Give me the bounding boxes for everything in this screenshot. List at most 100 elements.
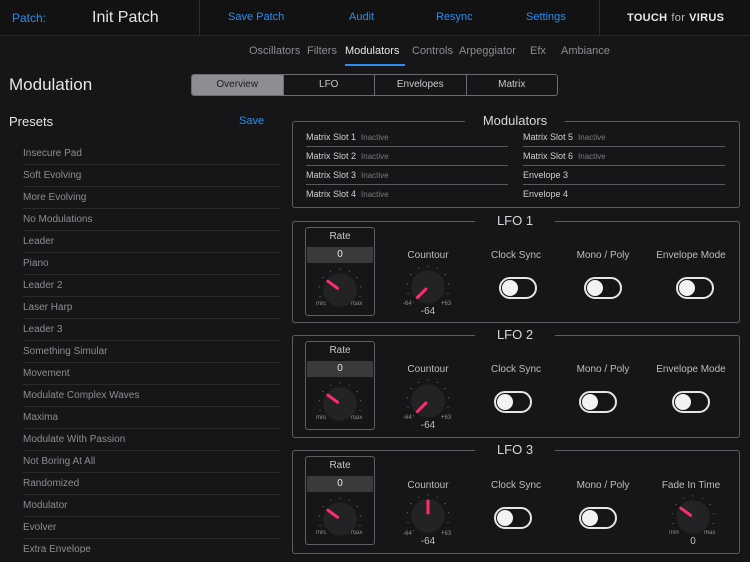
max-label: max	[351, 301, 363, 307]
matrix-slot-5[interactable]: Matrix Slot 5 Inactive	[523, 128, 725, 147]
matrix-slot-6[interactable]: Matrix Slot 6 Inactive	[523, 147, 725, 166]
preset-item[interactable]: Maxima	[23, 407, 280, 429]
clock-sync-label: Clock Sync	[490, 364, 541, 375]
contour-label: Countour	[407, 364, 449, 375]
toggle-thumb	[502, 280, 518, 296]
rate-label: Rate	[329, 345, 351, 356]
max-label: max	[351, 415, 363, 421]
toggle-thumb	[587, 280, 603, 296]
matrix-slot-1[interactable]: Matrix Slot 1 Inactive	[306, 128, 508, 147]
clock-sync-toggle[interactable]	[494, 507, 532, 529]
preset-item[interactable]: Modulate With Passion	[23, 429, 280, 451]
tab-filters[interactable]: Filters	[307, 45, 337, 57]
envelope-mode-toggle[interactable]	[676, 277, 714, 299]
toolbar-divider	[599, 0, 600, 36]
preset-item[interactable]: Movement	[23, 363, 280, 385]
rate-value: 0	[307, 476, 373, 492]
mono-poly-label: Mono / Poly	[576, 480, 630, 491]
toggle-thumb	[582, 394, 598, 410]
clock-sync-label: Clock Sync	[490, 480, 541, 491]
view-segmented-control: Overview LFO Envelopes Matrix	[191, 74, 558, 96]
preset-item[interactable]: Randomized	[23, 473, 280, 495]
preset-item[interactable]: Insecure Pad	[23, 143, 280, 165]
preset-item[interactable]: Leader 3	[23, 319, 280, 341]
rate-label: Rate	[329, 460, 351, 471]
preset-item[interactable]: No Modulations	[23, 209, 280, 231]
max-label: max	[351, 530, 363, 536]
rate-value: 0	[307, 361, 373, 377]
preset-item[interactable]: Extra Envelope	[23, 539, 280, 553]
settings-button[interactable]: Settings	[526, 11, 566, 23]
tab-arpeggiator[interactable]: Arpeggiator	[459, 45, 516, 57]
brand-logo: TOUCH for VIRUS	[627, 12, 725, 24]
patch-name[interactable]: Init Patch	[92, 9, 159, 27]
lfo-3-title: LFO 3	[475, 442, 555, 457]
preset-item[interactable]: Modulate Complex Waves	[23, 385, 280, 407]
presets-title: Presets	[9, 114, 54, 129]
clock-sync-toggle[interactable]	[499, 277, 537, 299]
toggle-thumb	[497, 510, 513, 526]
preset-item[interactable]: Leader 2	[23, 275, 280, 297]
envelope-3-slot[interactable]: Envelope 3	[523, 166, 725, 185]
mono-poly-label: Mono / Poly	[576, 364, 630, 375]
lfo-2-title: LFO 2	[475, 327, 555, 342]
tab-ambiance[interactable]: Ambiance	[561, 45, 610, 57]
contour-label: Countour	[407, 250, 449, 261]
save-patch-button[interactable]: Save Patch	[228, 11, 284, 23]
envelope-mode-toggle[interactable]	[672, 391, 710, 413]
segment-envelopes[interactable]: Envelopes	[375, 75, 467, 95]
rate-value: 0	[307, 247, 373, 263]
fade-in-time-label: Fade In Time	[661, 480, 721, 491]
fade-in-time-value: 0	[690, 536, 696, 547]
preset-item[interactable]: Modulator	[23, 495, 280, 517]
preset-item[interactable]: Something Simular	[23, 341, 280, 363]
mono-poly-label: Mono / Poly	[576, 250, 630, 261]
preset-item[interactable]: Evolver	[23, 517, 280, 539]
preset-item[interactable]: Piano	[23, 253, 280, 275]
patch-label: Patch:	[12, 11, 47, 25]
segment-lfo[interactable]: LFO	[284, 75, 375, 95]
resync-button[interactable]: Resync	[436, 11, 473, 23]
preset-item[interactable]: Laser Harp	[23, 297, 280, 319]
matrix-slot-4[interactable]: Matrix Slot 4 Inactive	[306, 185, 508, 204]
segment-overview[interactable]: Overview	[192, 75, 284, 95]
tab-oscillators[interactable]: Oscillators	[249, 45, 300, 57]
toggle-thumb	[582, 510, 598, 526]
min-label: min	[316, 530, 326, 536]
segment-matrix[interactable]: Matrix	[467, 75, 558, 95]
contour-value: -64	[420, 420, 436, 431]
preset-item[interactable]: Leader	[23, 231, 280, 253]
contour-label: Countour	[407, 480, 449, 491]
mono-poly-toggle[interactable]	[584, 277, 622, 299]
mono-poly-toggle[interactable]	[579, 391, 617, 413]
contour-value: -64	[420, 536, 436, 547]
tab-efx[interactable]: Efx	[530, 45, 546, 57]
preset-list[interactable]: Insecure Pad Soft Evolving More Evolving…	[23, 143, 280, 553]
mono-poly-toggle[interactable]	[579, 507, 617, 529]
tab-modulators[interactable]: Modulators	[345, 45, 399, 57]
min-label: min	[316, 415, 326, 421]
modulators-title: Modulators	[465, 113, 565, 128]
toggle-thumb	[679, 280, 695, 296]
preset-item[interactable]: Not Boring At All	[23, 451, 280, 473]
preset-item[interactable]: Soft Evolving	[23, 165, 280, 187]
clock-sync-toggle[interactable]	[494, 391, 532, 413]
toggle-thumb	[675, 394, 691, 410]
contour-value: -64	[420, 306, 436, 317]
envelope-mode-label: Envelope Mode	[656, 364, 726, 375]
matrix-slot-3[interactable]: Matrix Slot 3 Inactive	[306, 166, 508, 185]
presets-save-button[interactable]: Save	[239, 115, 264, 127]
matrix-slot-2[interactable]: Matrix Slot 2 Inactive	[306, 147, 508, 166]
min-label: min	[316, 301, 326, 307]
rate-label: Rate	[329, 231, 351, 242]
clock-sync-label: Clock Sync	[490, 250, 541, 261]
tab-controls[interactable]: Controls	[412, 45, 453, 57]
toggle-thumb	[497, 394, 513, 410]
toolbar-divider	[199, 0, 200, 36]
page-title: Modulation	[9, 75, 93, 94]
envelope-mode-label: Envelope Mode	[656, 250, 726, 261]
audit-button[interactable]: Audit	[349, 11, 374, 23]
preset-item[interactable]: More Evolving	[23, 187, 280, 209]
envelope-4-slot[interactable]: Envelope 4	[523, 185, 725, 204]
active-tab-indicator	[345, 64, 405, 66]
